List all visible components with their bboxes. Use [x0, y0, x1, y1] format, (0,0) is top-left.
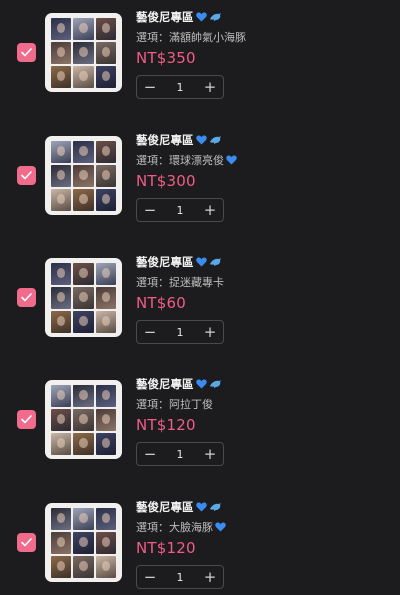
quantity-value[interactable]: 1: [163, 571, 197, 584]
dolphin-icon: [209, 256, 222, 270]
item-select-checkbox[interactable]: [17, 410, 36, 429]
product-title-text: 藝俊尼專區: [136, 255, 194, 269]
product-title[interactable]: 藝俊尼專區: [136, 132, 222, 148]
product-option: 選項：捉迷藏專卡: [136, 276, 224, 289]
cart-item: 藝俊尼專區 選項：環球漂亮俊 NT$300 − 1 +: [0, 123, 400, 235]
minus-icon[interactable]: −: [137, 566, 163, 588]
product-thumbnail[interactable]: [45, 380, 122, 459]
product-option: 選項：大臉海豚: [136, 519, 226, 535]
product-option-text: 選項：大臉海豚: [136, 521, 213, 534]
blue-heart-icon: [226, 155, 237, 168]
plus-icon[interactable]: +: [197, 76, 223, 98]
quantity-stepper: − 1 +: [136, 442, 224, 466]
quantity-value[interactable]: 1: [163, 81, 197, 94]
cart-item: 藝俊尼專區 選項：大臉海豚 NT$120 − 1 +: [0, 490, 400, 595]
minus-icon[interactable]: −: [137, 321, 163, 343]
item-select-checkbox[interactable]: [17, 288, 36, 307]
product-price: NT$300: [136, 172, 196, 190]
product-thumbnail[interactable]: [45, 503, 122, 582]
quantity-stepper: − 1 +: [136, 565, 224, 589]
product-title-text: 藝俊尼專區: [136, 133, 194, 147]
quantity-stepper: − 1 +: [136, 320, 224, 344]
blue-heart-icon: [195, 11, 207, 25]
product-option: 選項：滿額帥氣小海豚: [136, 31, 246, 44]
check-icon: [21, 48, 32, 57]
item-select-checkbox[interactable]: [17, 166, 36, 185]
dolphin-icon: [209, 378, 222, 392]
minus-icon[interactable]: −: [137, 199, 163, 221]
product-price: NT$60: [136, 294, 187, 312]
quantity-stepper: − 1 +: [136, 198, 224, 222]
cart-item: 藝俊尼專區 選項：阿拉丁俊 NT$120 − 1 +: [0, 367, 400, 479]
blue-heart-icon: [195, 134, 207, 148]
cart-item: 藝俊尼專區 選項：捉迷藏專卡 NT$60 − 1 +: [0, 245, 400, 357]
blue-heart-icon: [195, 501, 207, 515]
product-thumbnail[interactable]: [45, 13, 122, 92]
dolphin-icon: [209, 501, 222, 515]
quantity-stepper: − 1 +: [136, 75, 224, 99]
minus-icon[interactable]: −: [137, 443, 163, 465]
product-option: 選項：阿拉丁俊: [136, 398, 213, 411]
product-thumbnail[interactable]: [45, 136, 122, 215]
blue-heart-icon: [215, 522, 226, 535]
cart-item-list: 藝俊尼專區 選項：滿額帥氣小海豚 NT$350 − 1 + 藝俊尼專區 選項：環…: [0, 0, 400, 595]
plus-icon[interactable]: +: [197, 566, 223, 588]
item-select-checkbox[interactable]: [17, 533, 36, 552]
product-price: NT$120: [136, 416, 196, 434]
quantity-value[interactable]: 1: [163, 204, 197, 217]
product-title[interactable]: 藝俊尼專區: [136, 9, 222, 25]
product-option: 選項：環球漂亮俊: [136, 152, 237, 168]
blue-heart-icon: [195, 256, 207, 270]
quantity-value[interactable]: 1: [163, 326, 197, 339]
check-icon: [21, 538, 32, 547]
dolphin-icon: [209, 11, 222, 25]
product-title[interactable]: 藝俊尼專區: [136, 254, 222, 270]
minus-icon[interactable]: −: [137, 76, 163, 98]
check-icon: [21, 171, 32, 180]
plus-icon[interactable]: +: [197, 321, 223, 343]
product-thumbnail[interactable]: [45, 258, 122, 337]
product-price: NT$120: [136, 539, 196, 557]
dolphin-icon: [209, 134, 222, 148]
product-title[interactable]: 藝俊尼專區: [136, 376, 222, 392]
item-select-checkbox[interactable]: [17, 43, 36, 62]
plus-icon[interactable]: +: [197, 199, 223, 221]
check-icon: [21, 415, 32, 424]
cart-item: 藝俊尼專區 選項：滿額帥氣小海豚 NT$350 − 1 +: [0, 0, 400, 112]
product-option-text: 選項：環球漂亮俊: [136, 154, 224, 167]
product-price: NT$350: [136, 49, 196, 67]
check-icon: [21, 293, 32, 302]
plus-icon[interactable]: +: [197, 443, 223, 465]
product-title[interactable]: 藝俊尼專區: [136, 499, 222, 515]
product-title-text: 藝俊尼專區: [136, 10, 194, 24]
quantity-value[interactable]: 1: [163, 448, 197, 461]
blue-heart-icon: [195, 378, 207, 392]
product-title-text: 藝俊尼專區: [136, 500, 194, 514]
product-title-text: 藝俊尼專區: [136, 377, 194, 391]
